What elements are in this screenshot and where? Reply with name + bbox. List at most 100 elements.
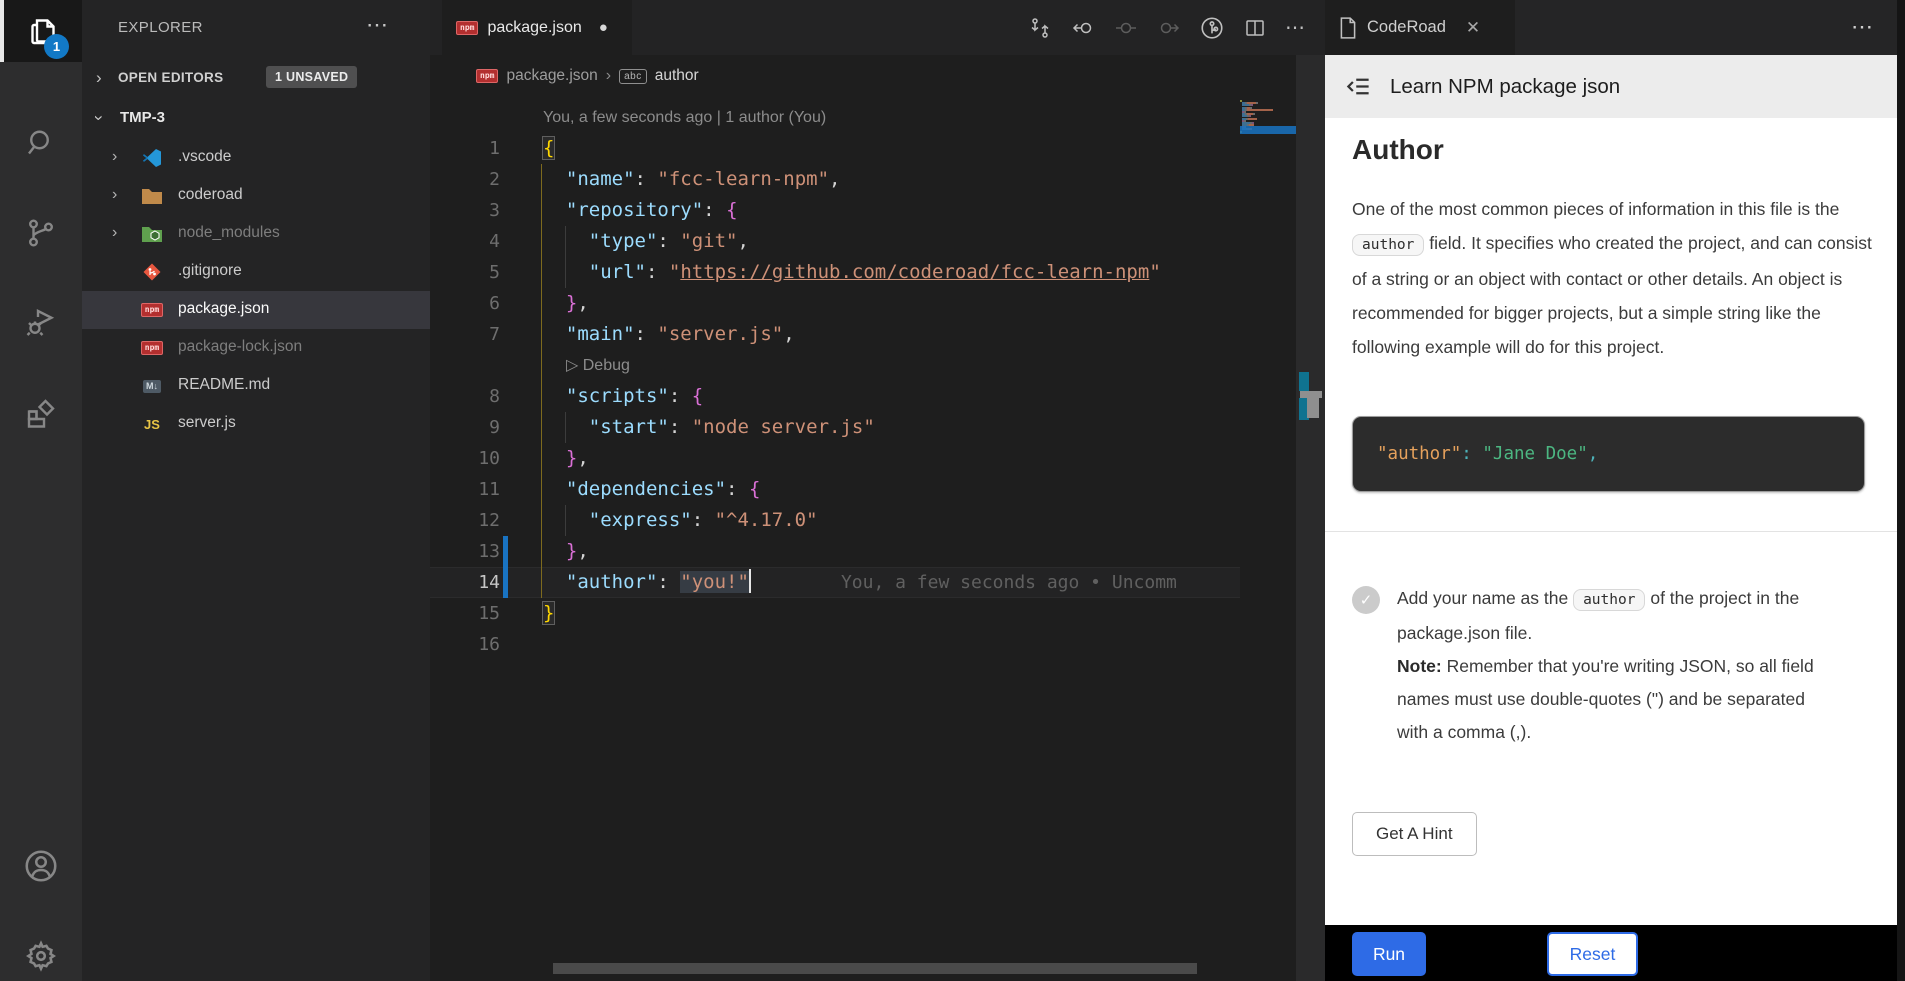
code-line-15[interactable]: 15} [430, 598, 1240, 629]
line-text: } [543, 598, 554, 629]
close-icon[interactable]: ✕ [1466, 18, 1480, 38]
code-editor[interactable]: You, a few seconds ago | 1 author (You)1… [430, 102, 1296, 660]
run-timeline-icon[interactable] [1199, 15, 1225, 41]
horizontal-scrollbar[interactable] [553, 963, 1197, 974]
code-line-12[interactable]: 12 "express": "^4.17.0" [430, 505, 1240, 536]
reset-button[interactable]: Reset [1547, 932, 1638, 976]
line-number: 11 [430, 474, 500, 505]
breadcrumb[interactable]: npm package.json › abc author [430, 55, 1325, 97]
get-hint-button[interactable]: Get A Hint [1352, 812, 1477, 856]
file-icon [1339, 17, 1357, 39]
panel-more-actions-icon[interactable]: ⋯ [1851, 14, 1875, 40]
file-row-coderoad[interactable]: ›coderoad [82, 177, 430, 215]
code-line-16[interactable]: 16 [430, 629, 1240, 660]
line-number: 14 [430, 567, 500, 598]
modified-line-indicator [503, 567, 508, 598]
file-row-README-md[interactable]: M↓ README.md [82, 367, 430, 405]
run-and-debug-icon[interactable] [0, 292, 82, 354]
file-name: package-lock.json [178, 338, 302, 356]
settings-gear-icon[interactable] [0, 925, 82, 981]
codelens-text[interactable]: You, a few seconds ago | 1 author (You) [543, 102, 826, 133]
overview-marker [1307, 398, 1319, 418]
code-line-8[interactable]: 8 "scripts": { [430, 381, 1240, 412]
dirty-indicator-icon[interactable]: ● [599, 19, 608, 36]
inline-code-chip: author [1352, 234, 1424, 256]
code-line-13[interactable]: 13 }, [430, 536, 1240, 567]
code-line-10[interactable]: 10 }, [430, 443, 1240, 474]
overview-marker [1300, 391, 1322, 398]
file-row-package-json[interactable]: npm package.json [82, 291, 430, 329]
account-icon[interactable] [0, 835, 82, 897]
line-text: }, [543, 536, 589, 567]
code-line-4[interactable]: 4 "type": "git", [430, 226, 1240, 257]
tab-package-json[interactable]: npm package.json ● [442, 0, 632, 55]
code-line-6[interactable]: 6 }, [430, 288, 1240, 319]
open-editors-section[interactable]: › OPEN EDITORS 1 UNSAVED [82, 62, 430, 98]
overview-marker [1299, 372, 1309, 391]
md-file-icon: M↓ [140, 374, 164, 398]
file-name: README.md [178, 376, 270, 394]
compare-changes-icon[interactable] [1027, 15, 1053, 41]
breakpoint-icon[interactable] [1113, 15, 1139, 41]
editor-actions: ⋯ [1027, 0, 1307, 55]
tab-coderoad[interactable]: CodeRoad ✕ [1325, 0, 1515, 55]
inline-blame: You, a few seconds ago • Uncomm [841, 572, 1177, 593]
more-actions-icon[interactable]: ⋯ [1285, 15, 1307, 40]
file-name: server.js [178, 414, 236, 432]
codelens-text[interactable]: ▷ Debug [566, 350, 630, 381]
split-editor-icon[interactable] [1242, 15, 1268, 41]
codelens[interactable]: ▷ Debug [430, 350, 1240, 381]
step-back-icon[interactable] [1070, 15, 1096, 41]
node-file-icon [140, 222, 164, 246]
explorer-icon[interactable]: 1 [0, 0, 82, 62]
file-name: node_modules [178, 224, 280, 242]
step-forward-icon[interactable] [1156, 15, 1182, 41]
editor-group: npm package.json ● ⋯ [430, 0, 1325, 981]
file-row-server-js[interactable]: JSserver.js [82, 405, 430, 443]
code-line-2[interactable]: 2 "name": "fcc-learn-npm", [430, 164, 1240, 195]
coderoad-action-bar: Run Reset [1325, 925, 1905, 981]
file-row--vscode[interactable]: ›.vscode [82, 139, 430, 177]
editor-scrollbar[interactable] [1296, 55, 1325, 981]
breadcrumb-symbol[interactable]: author [655, 67, 699, 85]
file-row-package-lock-json[interactable]: npmpackage-lock.json [82, 329, 430, 367]
run-button[interactable]: Run [1352, 932, 1426, 976]
line-number: 15 [430, 598, 500, 629]
code-line-1[interactable]: 1{ [430, 133, 1240, 164]
line-text: "start": "node server.js" [543, 412, 875, 443]
bracket-guide [541, 164, 542, 598]
extensions-icon[interactable] [0, 382, 82, 444]
codelens[interactable]: You, a few seconds ago | 1 author (You) [430, 102, 1240, 133]
vscode-window: 1 EXPLORER ⋯ › OPEN EDITORS 1 UNSAVED [0, 0, 1905, 981]
code-line-9[interactable]: 9 "start": "node server.js" [430, 412, 1240, 443]
code-line-14[interactable]: 14 "author": "you!"You, a few seconds ag… [430, 567, 1240, 598]
file-name: package.json [178, 300, 269, 318]
code-line-7[interactable]: 7 "main": "server.js", [430, 319, 1240, 350]
explorer-sidebar: EXPLORER ⋯ › OPEN EDITORS 1 UNSAVED › TM… [82, 0, 430, 981]
file-row-node-modules[interactable]: ›node_modules [82, 215, 430, 253]
collapse-menu-icon[interactable] [1345, 73, 1372, 100]
breadcrumb-file[interactable]: package.json [506, 67, 597, 85]
source-control-icon[interactable] [0, 202, 82, 264]
code-line-3[interactable]: 3 "repository": { [430, 195, 1240, 226]
npm-file-icon: npm [140, 298, 164, 322]
code-line-11[interactable]: 11 "dependencies": { [430, 474, 1240, 505]
line-text: "author": "you!"You, a few seconds ago •… [543, 567, 1177, 598]
task-check-icon: ✓ [1352, 586, 1380, 614]
line-text: "type": "git", [543, 226, 749, 257]
sidebar-more-actions-icon[interactable]: ⋯ [366, 12, 390, 38]
line-text: "repository": { [543, 195, 738, 226]
line-number: 12 [430, 505, 500, 536]
chevron-right-icon: › [96, 68, 102, 88]
file-name: .vscode [178, 148, 231, 166]
workspace-root-row[interactable]: › TMP-3 [82, 100, 430, 138]
line-number: 9 [430, 412, 500, 443]
line-number: 8 [430, 381, 500, 412]
explorer-badge: 1 [44, 34, 69, 59]
code-line-5[interactable]: 5 "url": "https://github.com/coderoad/fc… [430, 257, 1240, 288]
search-icon[interactable] [0, 112, 82, 174]
file-row--gitignore[interactable]: .gitignore [82, 253, 430, 291]
indent-guide [565, 412, 566, 443]
indent-guide [565, 505, 566, 536]
breadcrumb-separator-icon: › [606, 67, 611, 85]
